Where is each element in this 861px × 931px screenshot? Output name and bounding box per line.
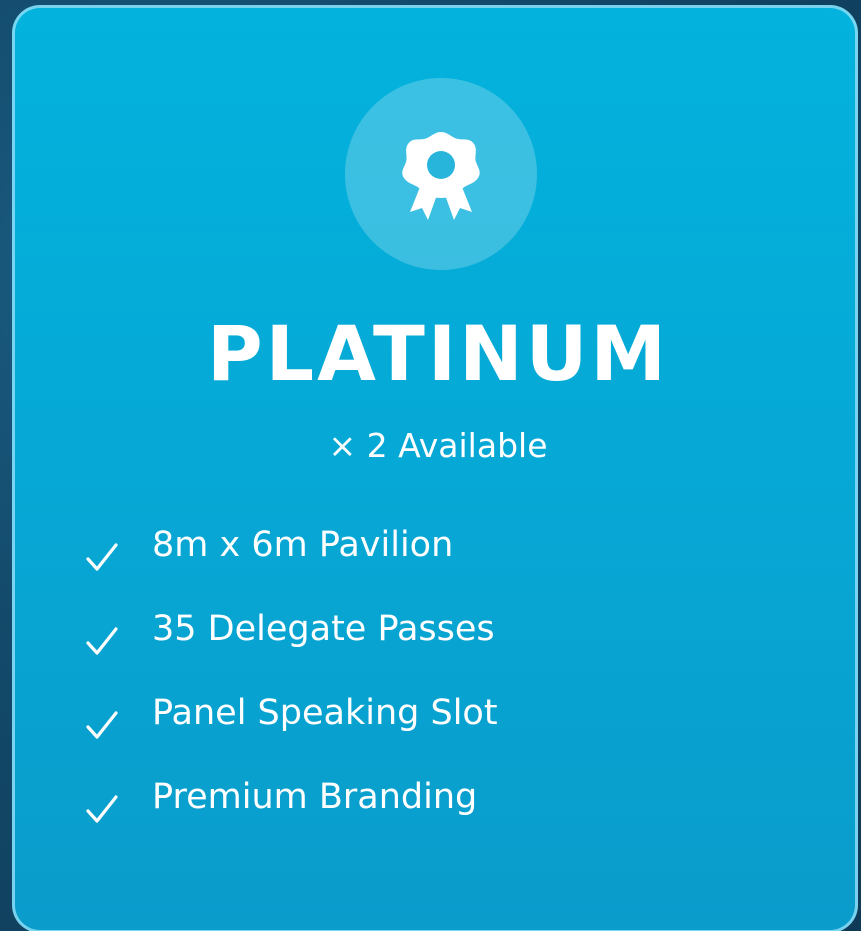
feature-label: 35 Delegate Passes [152, 609, 495, 649]
feature-label: Panel Speaking Slot [152, 693, 498, 733]
award-icon-badge [345, 78, 537, 270]
check-icon [86, 627, 118, 655]
availability-count: × 2 Available [328, 426, 548, 465]
feature-label: 8m x 6m Pavilion [152, 525, 454, 565]
tier-title: PLATINUM [206, 309, 670, 398]
platinum-tier-card: PLATINUM × 2 Available 8m x 6m Pavilion … [12, 5, 858, 931]
feature-label: Premium Branding [152, 777, 478, 817]
check-icon [86, 795, 118, 823]
award-ribbon-icon [402, 132, 480, 220]
check-icon [86, 711, 118, 739]
check-icon [86, 543, 118, 571]
